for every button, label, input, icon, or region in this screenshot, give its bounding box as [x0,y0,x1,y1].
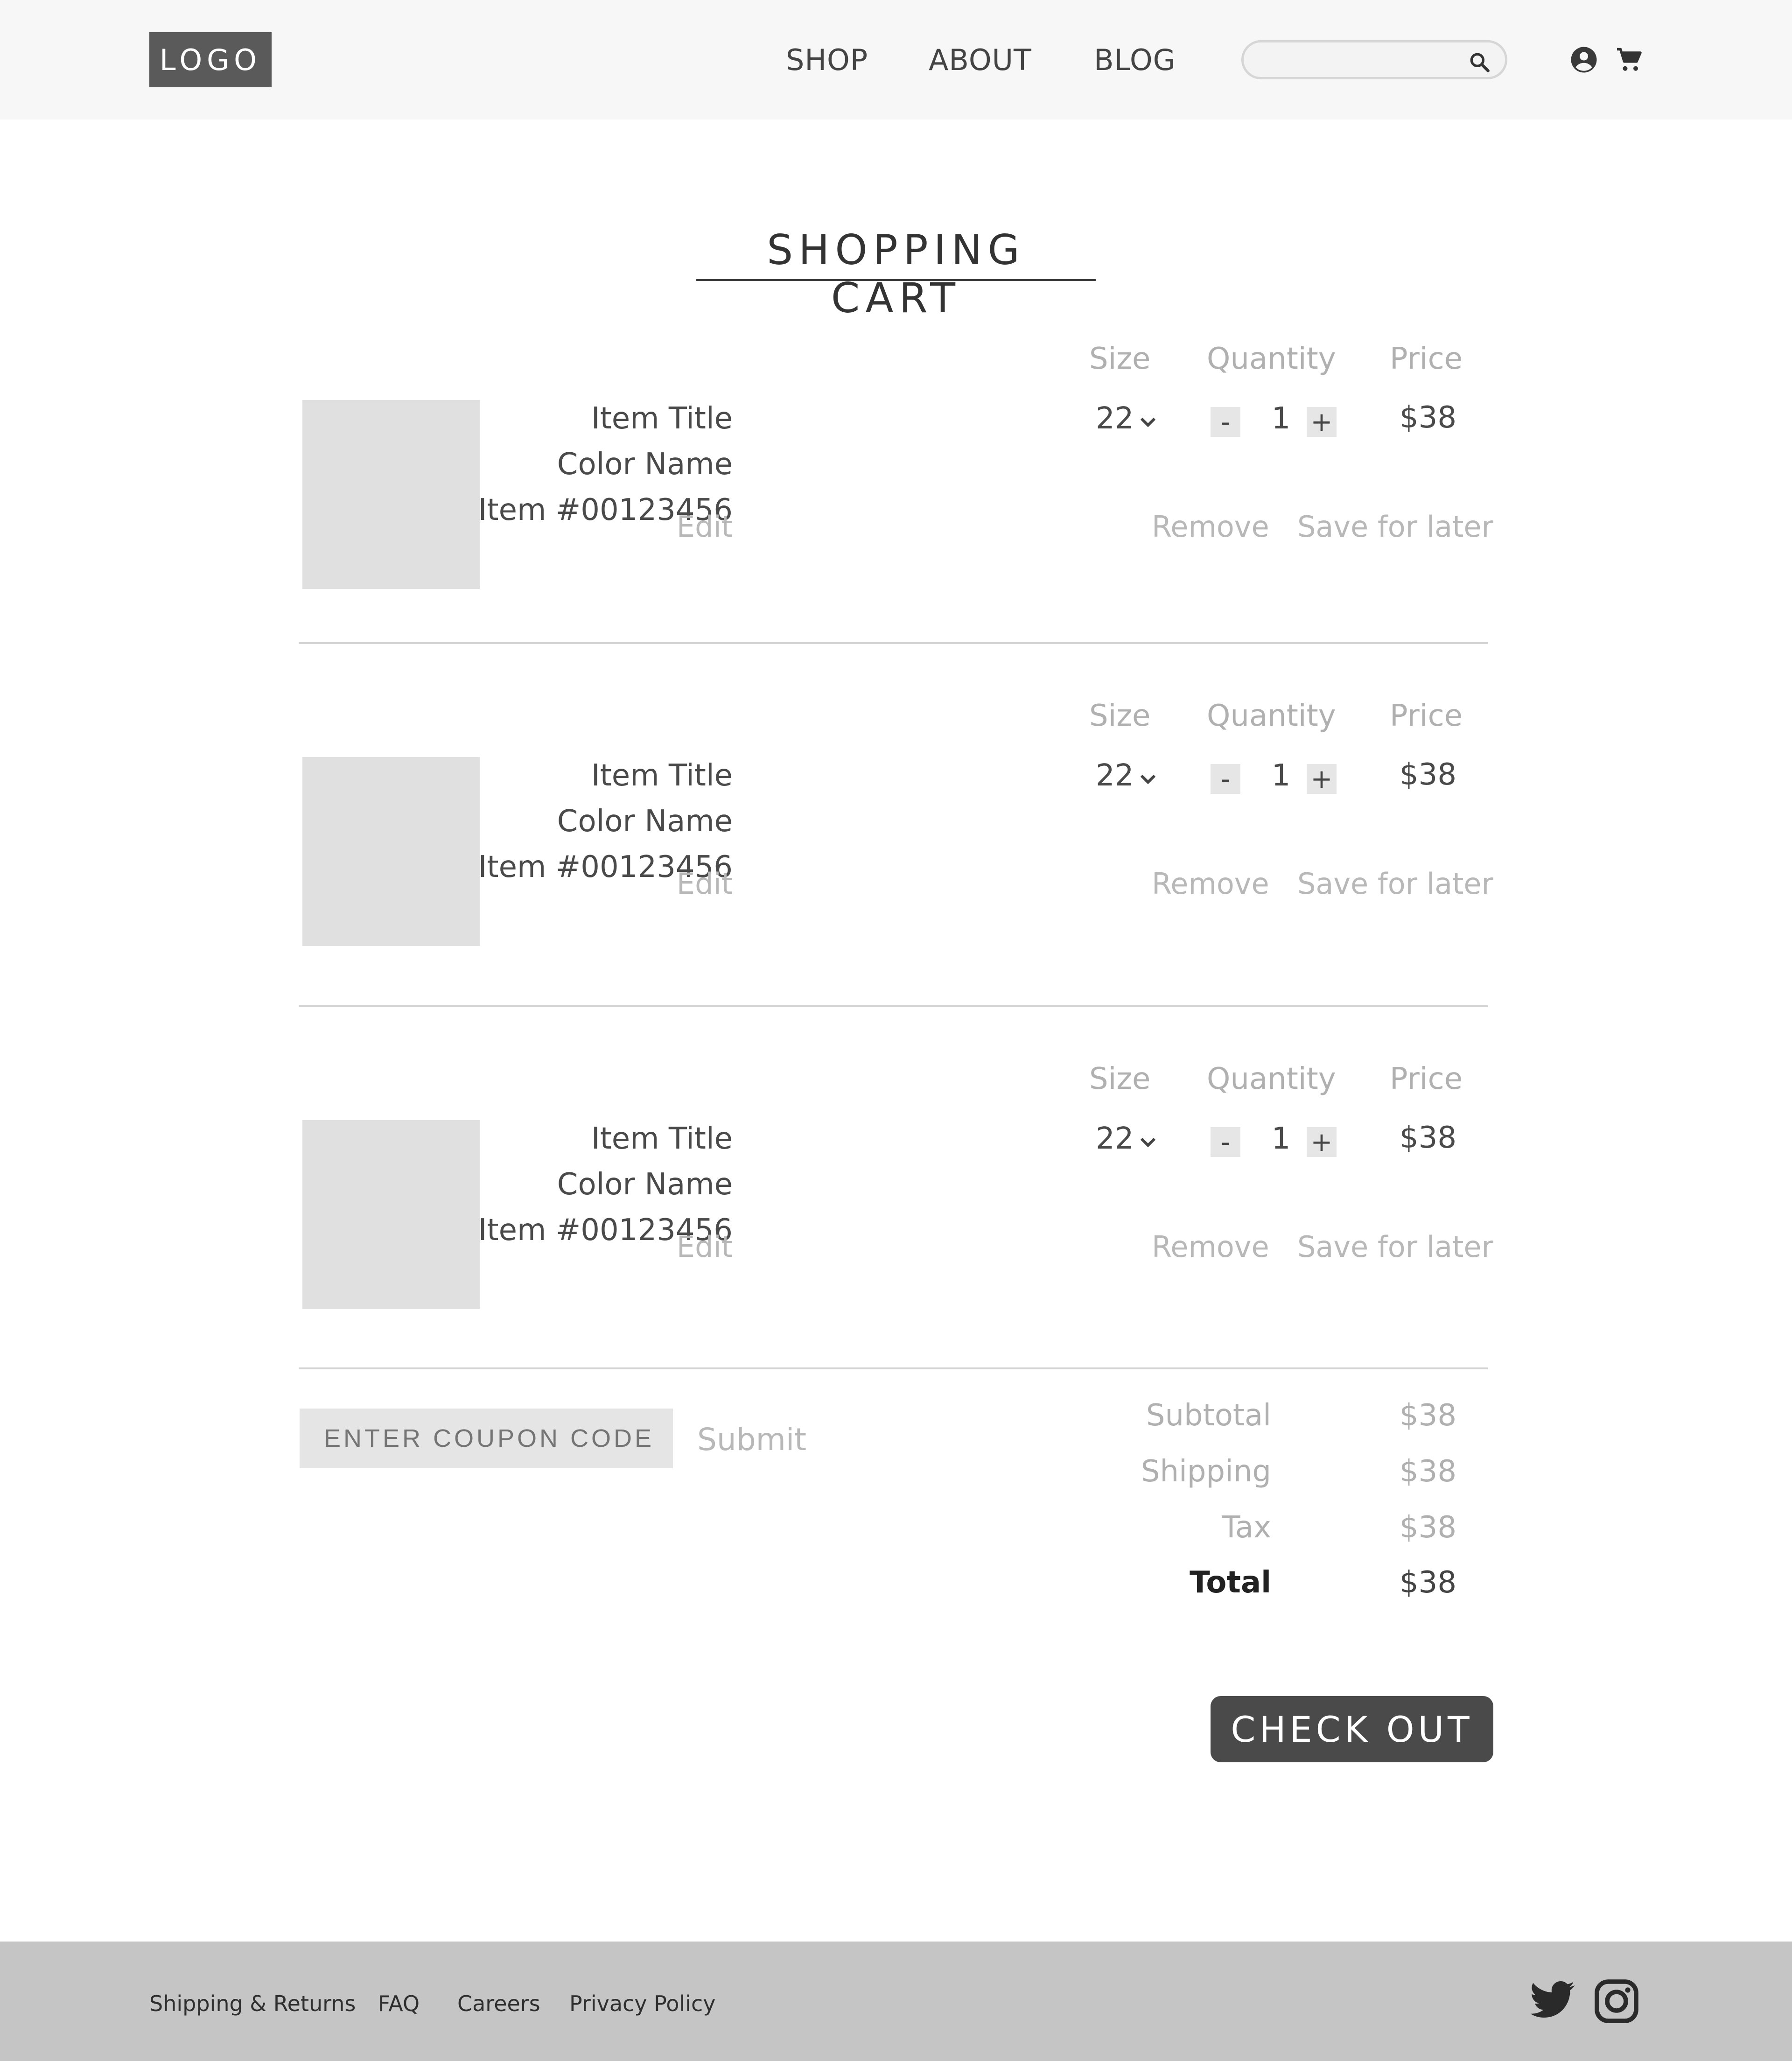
coupon-code-input[interactable] [300,1409,673,1468]
item-price: $38 [1399,1121,1457,1155]
row-divider [299,642,1488,644]
chevron-down-icon [1140,774,1156,785]
size-value: 22 [1096,1122,1134,1156]
shipping-value: $38 [1399,1454,1457,1489]
column-header-price: Price [1390,342,1463,376]
item-image[interactable] [302,757,480,946]
site-header: LOGO SHOP ABOUT BLOG [0,0,1792,119]
quantity-increase-button[interactable]: + [1307,407,1337,437]
column-header-size: Size [1089,342,1151,376]
row-divider [299,1005,1488,1007]
quantity-decrease-button[interactable]: - [1211,764,1240,794]
shopping-cart-icon[interactable] [1615,46,1643,74]
item-color: Color Name [557,447,733,482]
column-header-price: Price [1390,699,1463,733]
item-title[interactable]: Item Title [591,401,733,436]
save-for-later-link[interactable]: Save for later [1297,1230,1493,1264]
item-price: $38 [1399,400,1457,435]
item-price: $38 [1399,757,1457,792]
column-header-quantity: Quantity [1207,1062,1336,1096]
quantity-value: 1 [1271,401,1291,436]
chevron-down-icon [1140,1137,1156,1148]
save-for-later-link[interactable]: Save for later [1297,867,1493,901]
remove-link[interactable]: Remove [1152,1230,1269,1264]
footer-link-shipping-returns[interactable]: Shipping & Returns [149,1991,356,2016]
cart-item: Size Quantity Price Item Title Color Nam… [299,1062,1493,1430]
total-label: Total [1190,1565,1271,1600]
instagram-icon[interactable] [1594,1979,1639,2024]
quantity-increase-button[interactable]: + [1307,1127,1337,1157]
row-divider [299,1367,1488,1369]
quantity-decrease-button[interactable]: - [1211,407,1240,437]
total-value: $38 [1399,1565,1457,1600]
column-header-quantity: Quantity [1207,342,1336,376]
twitter-icon[interactable] [1531,1980,1575,2020]
coupon-submit-button[interactable]: Submit [697,1422,806,1458]
column-header-size: Size [1089,699,1151,733]
quantity-value: 1 [1271,1122,1291,1156]
tax-label: Tax [1222,1510,1271,1545]
edit-link[interactable]: Edit [677,510,733,544]
item-color: Color Name [557,804,733,839]
column-header-size: Size [1089,1062,1151,1096]
search-icon[interactable] [1468,50,1491,74]
quantity-increase-button[interactable]: + [1307,764,1337,794]
nav-about[interactable]: ABOUT [929,43,1032,77]
search-input[interactable] [1258,48,1465,72]
user-account-icon[interactable] [1570,46,1598,74]
item-color: Color Name [557,1167,733,1202]
item-image[interactable] [302,1120,480,1309]
tax-value: $38 [1399,1510,1457,1545]
site-footer: Shipping & Returns FAQ Careers Privacy P… [0,1942,1792,2061]
nav-blog[interactable]: BLOG [1094,43,1176,77]
page-title: SHOPPING CART [767,226,1025,322]
footer-link-faq[interactable]: FAQ [378,1991,420,2016]
logo[interactable]: LOGO [149,32,272,87]
search-bar[interactable] [1241,40,1507,79]
item-image[interactable] [302,400,480,589]
quantity-value: 1 [1271,758,1291,793]
size-value: 22 [1096,758,1134,793]
remove-link[interactable]: Remove [1152,867,1269,901]
title-underline [696,279,1096,281]
item-title[interactable]: Item Title [591,1122,733,1156]
subtotal-label: Subtotal [1146,1398,1271,1433]
footer-link-careers[interactable]: Careers [457,1991,540,2016]
size-value: 22 [1096,401,1134,436]
item-title[interactable]: Item Title [591,758,733,793]
checkout-button[interactable]: CHECK OUT [1211,1696,1493,1762]
column-header-price: Price [1390,1062,1463,1096]
remove-link[interactable]: Remove [1152,510,1269,544]
column-header-quantity: Quantity [1207,699,1336,733]
shipping-label: Shipping [1141,1454,1271,1489]
save-for-later-link[interactable]: Save for later [1297,510,1493,544]
cart-item: Size Quantity Price Item Title Color Nam… [299,699,1493,1067]
quantity-decrease-button[interactable]: - [1211,1127,1240,1157]
subtotal-value: $38 [1399,1398,1457,1433]
cart-item: Size Quantity Price Item Title Color Nam… [299,342,1493,710]
edit-link[interactable]: Edit [677,867,733,901]
chevron-down-icon [1140,417,1156,428]
footer-link-privacy-policy[interactable]: Privacy Policy [569,1991,716,2016]
nav-shop[interactable]: SHOP [786,43,868,77]
edit-link[interactable]: Edit [677,1230,733,1264]
